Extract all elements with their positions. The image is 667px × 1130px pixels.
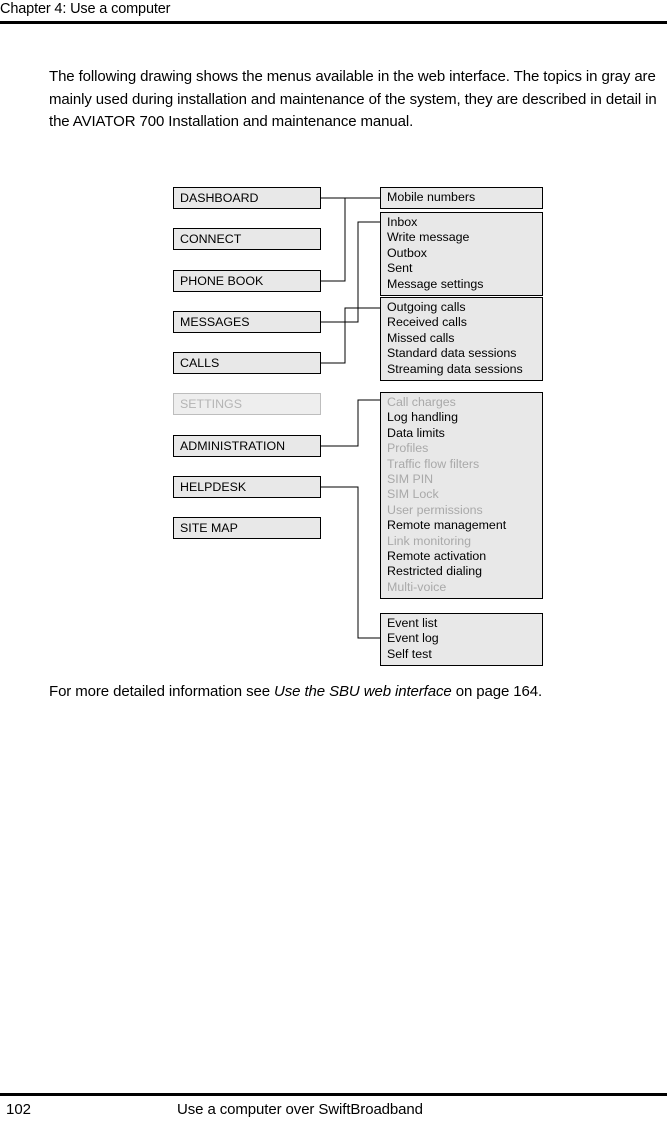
submenu-item[interactable]: Traffic flow filters (381, 457, 542, 472)
submenu-item[interactable]: Message settings (381, 277, 542, 292)
submenu-box-calls: Outgoing calls Received calls Missed cal… (380, 297, 543, 382)
closing-lead-text: For more detailed information see (49, 683, 275, 700)
submenu-item[interactable]: Event log (381, 631, 542, 646)
page-number: 102 (6, 1101, 32, 1118)
menu-structure-diagram: DASHBOARD CONNECT PHONE BOOK MESSAGES CA… (0, 0, 667, 700)
submenu-item[interactable]: SIM Lock (381, 487, 542, 502)
submenu-item[interactable]: Missed calls (381, 331, 542, 346)
closing-paragraph: For more detailed information see Use th… (49, 681, 664, 704)
submenu-item[interactable]: Outbox (381, 246, 542, 261)
menu-box-helpdesk[interactable]: HELPDESK (173, 476, 321, 498)
submenu-box-helpdesk: Event list Event log Self test (380, 613, 543, 667)
submenu-item[interactable]: Inbox (381, 215, 542, 230)
menu-box-dashboard[interactable]: DASHBOARD (173, 187, 321, 209)
closing-tail-text: on page 164. (451, 683, 543, 700)
menu-box-connect[interactable]: CONNECT (173, 228, 321, 250)
menu-box-label: CALLS (180, 356, 220, 370)
submenu-item[interactable]: Streaming data sessions (381, 362, 542, 377)
menu-box-label: DASHBOARD (180, 191, 259, 205)
submenu-item[interactable]: Profiles (381, 441, 542, 456)
submenu-item[interactable]: Call charges (381, 395, 542, 410)
submenu-item[interactable]: Link monitoring (381, 534, 542, 549)
submenu-item[interactable]: Log handling (381, 410, 542, 425)
cross-reference-link[interactable]: Use the SBU web interface (274, 683, 452, 700)
submenu-item[interactable]: User permissions (381, 503, 542, 518)
submenu-item[interactable]: Mobile numbers (381, 190, 542, 205)
submenu-box-phone-book: Mobile numbers (380, 187, 543, 210)
menu-box-calls[interactable]: CALLS (173, 352, 321, 374)
submenu-item[interactable]: Restricted dialing (381, 564, 542, 579)
submenu-item[interactable]: Remote management (381, 518, 542, 533)
submenu-item[interactable]: Remote activation (381, 549, 542, 564)
submenu-box-administration: Call charges Log handling Data limits Pr… (380, 392, 543, 600)
footer-section-title: Use a computer over SwiftBroadband (177, 1101, 423, 1118)
menu-box-label: MESSAGES (180, 315, 250, 329)
submenu-item[interactable]: Write message (381, 230, 542, 245)
menu-box-site-map[interactable]: SITE MAP (173, 517, 321, 539)
submenu-item[interactable]: Data limits (381, 426, 542, 441)
submenu-item[interactable]: Event list (381, 616, 542, 631)
submenu-item[interactable]: Self test (381, 647, 542, 662)
connector-lines (321, 197, 380, 639)
submenu-item[interactable]: Standard data sessions (381, 346, 542, 361)
menu-box-settings[interactable]: SETTINGS (173, 393, 321, 415)
submenu-item[interactable]: Sent (381, 261, 542, 276)
menu-box-phone-book[interactable]: PHONE BOOK (173, 270, 321, 292)
menu-box-label: HELPDESK (180, 480, 247, 494)
submenu-item[interactable]: SIM PIN (381, 472, 542, 487)
submenu-item[interactable]: Received calls (381, 315, 542, 330)
menu-box-label: SETTINGS (180, 397, 242, 411)
submenu-item[interactable]: Multi-voice (381, 580, 542, 595)
menu-box-label: ADMINISTRATION (180, 439, 286, 453)
submenu-item[interactable]: Outgoing calls (381, 300, 542, 315)
menu-box-label: PHONE BOOK (180, 274, 264, 288)
menu-box-administration[interactable]: ADMINISTRATION (173, 435, 321, 457)
menu-box-label: CONNECT (180, 232, 242, 246)
footer-divider-rule (0, 1093, 667, 1096)
page-footer: 102 Use a computer over SwiftBroadband (0, 1099, 667, 1127)
menu-box-label: SITE MAP (180, 521, 238, 535)
submenu-box-messages: Inbox Write message Outbox Sent Message … (380, 212, 543, 297)
menu-box-messages[interactable]: MESSAGES (173, 311, 321, 333)
